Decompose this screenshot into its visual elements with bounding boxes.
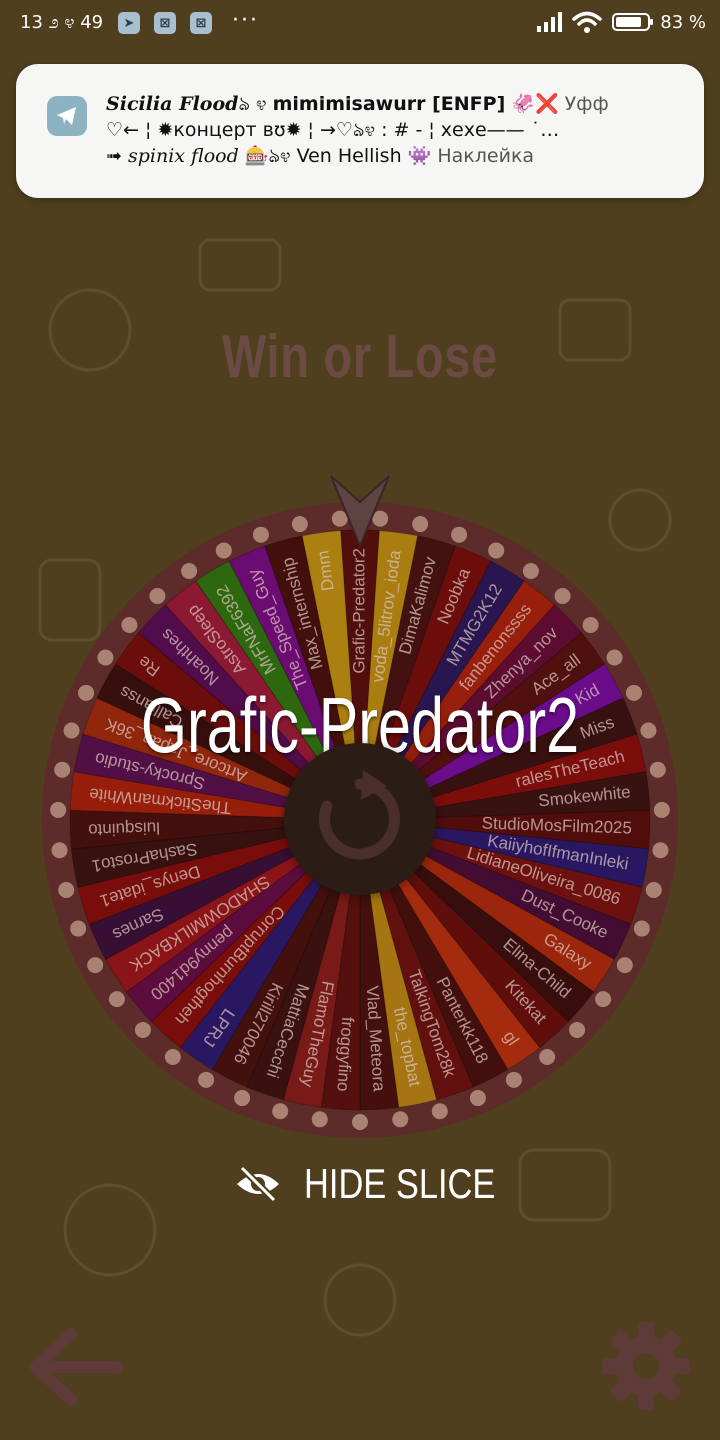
refresh-icon (319, 770, 400, 860)
page-title: Win or Lose (222, 323, 498, 390)
pointer-triangle-icon (330, 475, 390, 549)
battery-icon (612, 13, 654, 31)
telegram-icon: ➤ (118, 12, 140, 34)
signal-icon (537, 12, 563, 32)
wifi-icon (572, 11, 603, 33)
capcut-icon: ⊠ (154, 12, 176, 34)
more-notifications-icon: ··· (232, 8, 259, 33)
arrow-left-icon[interactable] (26, 1322, 126, 1412)
notification-line-3: ➟ spinix flood 🎰ঌ೪ Ven Hellish 👾 Наклейк… (106, 145, 535, 167)
notification-sender: mimimisawurr [ENFP] (272, 93, 506, 115)
telegram-icon (47, 96, 87, 136)
spin-button[interactable] (284, 743, 436, 895)
telegram-notification[interactable]: Sicilia Floodঌ ೪ mimimisawurr [ENFP] 🦑❌ … (16, 64, 704, 198)
status-bar: 13 ೨ ೪ 49 ➤ ⊠ ⊠ ··· 83 % (0, 0, 720, 48)
eye-slash-icon (237, 1165, 279, 1203)
hide-slice-label: HIDE SLICE (304, 1160, 496, 1207)
hide-slice-button[interactable]: HIDE SLICE (234, 1156, 537, 1212)
status-time: 13 ೨ ೪ 49 (20, 12, 104, 33)
capcut-icon: ⊠ (190, 12, 212, 34)
gear-icon[interactable] (598, 1318, 694, 1414)
battery-level: 83 % (660, 11, 706, 33)
